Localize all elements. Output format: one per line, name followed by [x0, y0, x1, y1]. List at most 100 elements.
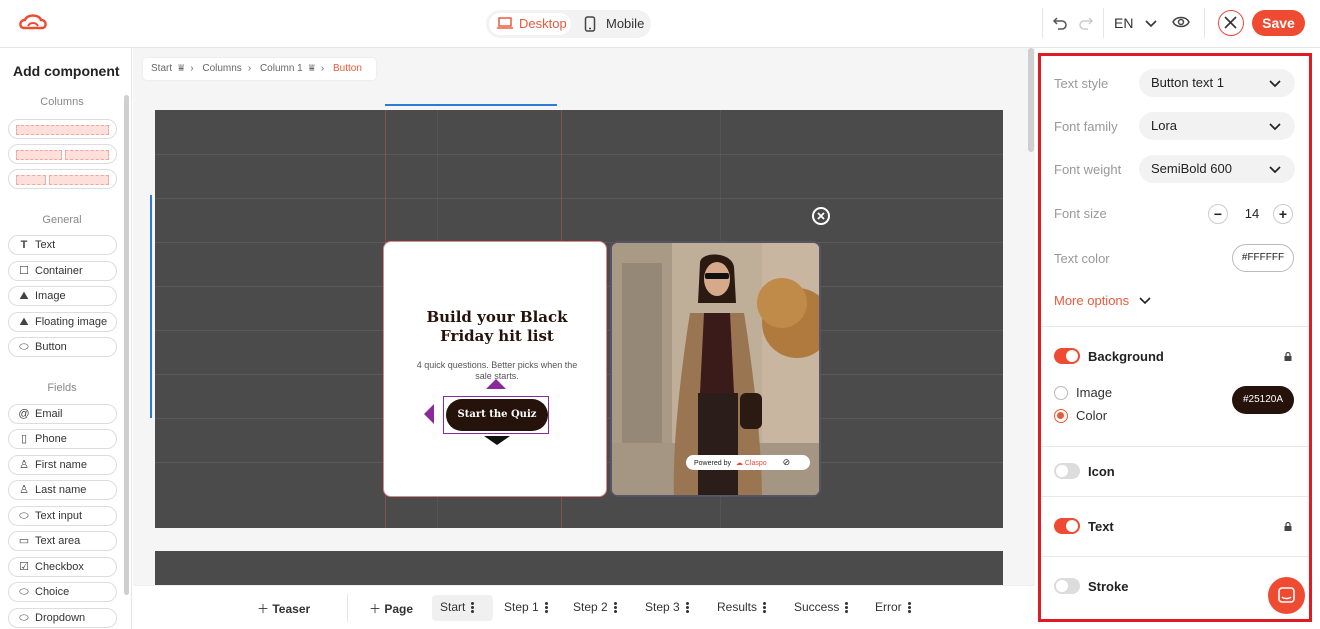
- page-label: Page: [384, 602, 414, 616]
- lock-icon[interactable]: [1284, 522, 1292, 531]
- container-icon: ☐: [19, 265, 29, 277]
- text-style-select[interactable]: Button text 1: [1139, 69, 1295, 97]
- text-style-label: Text style: [1054, 76, 1109, 91]
- lock-icon[interactable]: [1284, 352, 1292, 361]
- field-checkbox[interactable]: ☑ Checkbox: [8, 557, 117, 577]
- section-columns: Columns: [40, 96, 84, 108]
- more-dots-icon[interactable]: [544, 601, 548, 614]
- field-email[interactable]: @ Email: [8, 404, 117, 424]
- field-first-name[interactable]: ♙ First name: [8, 455, 117, 475]
- component-label: Checkbox: [35, 561, 84, 573]
- breadcrumb-start[interactable]: Start: [151, 63, 172, 74]
- chevron-down-icon: [1269, 166, 1281, 174]
- close-icon: [1224, 16, 1237, 29]
- section-general: General: [42, 214, 82, 226]
- bg-color-swatch[interactable]: #25120A: [1232, 386, 1294, 414]
- divider: [1041, 326, 1309, 327]
- step-2[interactable]: Step 2: [573, 600, 617, 614]
- component-text[interactable]: T Text: [8, 235, 117, 255]
- step-3[interactable]: Step 3: [645, 600, 689, 614]
- move-left-handle[interactable]: [424, 404, 434, 424]
- popup-stage: Build your Black Friday hit list 4 quick…: [155, 110, 1003, 528]
- column-layout-3[interactable]: [8, 169, 117, 189]
- field-text-area[interactable]: ▭ Text area: [8, 531, 117, 551]
- save-button[interactable]: Save: [1252, 10, 1305, 36]
- increase-button[interactable]: +: [1273, 204, 1293, 224]
- brand-name: Claspo: [744, 460, 767, 467]
- breadcrumb-columns[interactable]: Columns: [202, 63, 241, 74]
- step-1[interactable]: Step 1: [504, 600, 548, 614]
- plus-icon: ＋: [369, 602, 382, 616]
- column-layout-1[interactable]: [8, 119, 117, 139]
- font-family-select[interactable]: Lora: [1139, 112, 1295, 140]
- more-dots-icon[interactable]: [763, 601, 767, 614]
- undo-icon[interactable]: [1052, 14, 1068, 30]
- field-choice[interactable]: ⬭ Choice: [8, 582, 117, 602]
- background-toggle[interactable]: [1054, 348, 1080, 364]
- field-dropdown[interactable]: ⬭ Dropdown: [8, 608, 117, 628]
- background-label: Background: [1088, 349, 1164, 364]
- font-weight-select[interactable]: SemiBold 600: [1139, 155, 1295, 183]
- desktop-tab[interactable]: Desktop: [489, 13, 571, 35]
- more-dots-icon[interactable]: [685, 601, 689, 614]
- component-button[interactable]: ⬭ Button: [8, 337, 117, 357]
- popup-column-1[interactable]: Build your Black Friday hit list 4 quick…: [383, 241, 607, 497]
- font-weight-label: Font weight: [1054, 162, 1122, 177]
- choice-icon: ⬭: [19, 586, 29, 598]
- chevron-down-icon: [1139, 297, 1151, 305]
- step-error[interactable]: Error: [875, 600, 911, 614]
- more-options-toggle[interactable]: More options: [1054, 293, 1151, 308]
- chevron-down-icon: [1145, 20, 1157, 28]
- field-last-name[interactable]: ♙ Last name: [8, 480, 117, 500]
- divider: [1042, 8, 1043, 38]
- more-dots-icon[interactable]: [471, 601, 475, 614]
- layer-icon: ⩸: [178, 63, 185, 74]
- column-layout-2[interactable]: [8, 144, 117, 164]
- right-panel-scrollbar[interactable]: [1028, 48, 1034, 152]
- breadcrumb-column-1[interactable]: Column 1: [260, 63, 303, 74]
- font-size-value[interactable]: 14: [1238, 206, 1266, 221]
- field-text-input[interactable]: ⬭ Text input: [8, 506, 117, 526]
- editor-canvas: Start ⩸ › Columns › Column 1 ⩸ › Button Build…: [133, 48, 1035, 629]
- redo-icon[interactable]: [1078, 14, 1094, 30]
- close-popup-button[interactable]: [812, 207, 830, 225]
- move-down-handle[interactable]: [484, 436, 510, 445]
- chevron-down-icon: [1269, 80, 1281, 88]
- stroke-label: Stroke: [1088, 579, 1129, 594]
- left-panel-scrollbar[interactable]: [124, 95, 129, 595]
- more-dots-icon[interactable]: [613, 601, 617, 614]
- bg-image-radio[interactable]: [1054, 386, 1068, 400]
- phone-icon: [584, 16, 596, 32]
- chat-support-button[interactable]: [1268, 577, 1305, 614]
- text-toggle[interactable]: [1054, 518, 1080, 534]
- step-results[interactable]: Results: [717, 600, 767, 614]
- image-icon: ⛰: [19, 290, 29, 302]
- more-dots-icon[interactable]: [845, 601, 849, 614]
- text-color-swatch[interactable]: #FFFFFF: [1232, 244, 1294, 272]
- bg-color-radio[interactable]: [1054, 409, 1068, 423]
- start-quiz-button[interactable]: Start the Quiz: [446, 399, 548, 431]
- move-up-handle[interactable]: [486, 379, 506, 389]
- icon-toggle[interactable]: [1054, 463, 1080, 479]
- add-teaser-button[interactable]: ＋ Teaser: [257, 600, 310, 617]
- claspo-logo[interactable]: [18, 12, 48, 34]
- decrease-button[interactable]: −: [1208, 204, 1228, 224]
- component-container[interactable]: ☐ Container: [8, 261, 117, 281]
- step-success[interactable]: Success: [794, 600, 849, 614]
- language-select[interactable]: EN: [1114, 15, 1157, 31]
- teaser-label: Teaser: [272, 602, 311, 616]
- field-phone[interactable]: ▯ Phone: [8, 429, 117, 449]
- more-dots-icon[interactable]: [907, 601, 911, 614]
- breadcrumb-button[interactable]: Button: [333, 63, 362, 74]
- popup-title[interactable]: Build your Black Friday hit list: [399, 308, 595, 346]
- close-editor-button[interactable]: [1218, 10, 1244, 36]
- preview-eye-icon[interactable]: [1172, 15, 1190, 29]
- component-floating-image[interactable]: ⛰ Floating image: [8, 312, 117, 332]
- mobile-tab[interactable]: Mobile: [576, 13, 648, 35]
- eye-off-icon[interactable]: ⊘: [783, 457, 791, 467]
- component-image[interactable]: ⛰ Image: [8, 286, 117, 306]
- step-start[interactable]: Start: [440, 600, 475, 614]
- stroke-toggle[interactable]: [1054, 578, 1080, 594]
- add-page-button[interactable]: ＋ Page: [369, 600, 413, 617]
- powered-by-badge[interactable]: Powered by ☁ Claspo ⊘: [686, 455, 810, 470]
